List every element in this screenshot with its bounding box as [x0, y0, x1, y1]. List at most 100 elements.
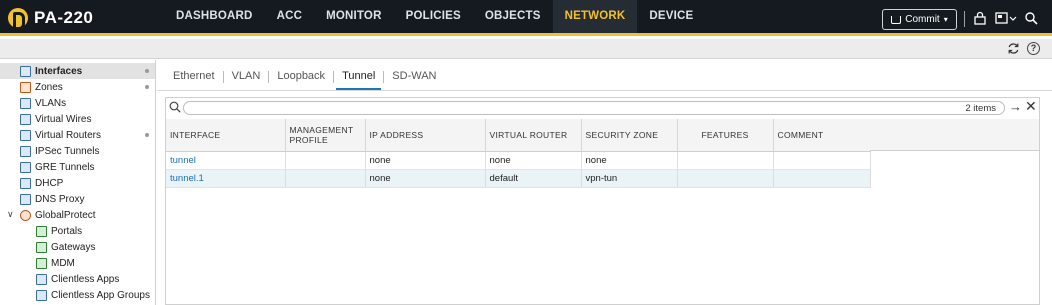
- sidebar-item-label: DNS Proxy: [35, 193, 85, 205]
- table-row[interactable]: tunnel none none none: [166, 151, 871, 170]
- comment-cell: [773, 169, 871, 188]
- sidebar-item-clientless-app-groups[interactable]: Clientless App Groups: [0, 287, 155, 303]
- column-header-virtual-router[interactable]: VIRTUAL ROUTER: [485, 119, 582, 152]
- tab-underline: [157, 90, 1052, 91]
- features-cell: [677, 151, 774, 170]
- table-header-filler: [870, 119, 1039, 151]
- sidebar-item-dhcp[interactable]: DHCP: [0, 175, 155, 191]
- sidebar-item-label: Virtual Wires: [35, 113, 92, 125]
- interface-link[interactable]: tunnel: [166, 151, 286, 170]
- sidebar-item-gre-tunnels[interactable]: GRE Tunnels: [0, 159, 155, 175]
- ipsec-tunnels-icon: [20, 145, 31, 157]
- apply-filter-arrow-icon[interactable]: →: [1009, 100, 1022, 114]
- status-dot: [145, 85, 149, 89]
- sidebar-item-label: Clientless Apps: [51, 273, 120, 285]
- sidebar-item-label: GlobalProtect: [35, 209, 96, 221]
- sidebar-item-label: DHCP: [35, 177, 64, 189]
- interface-tabs: Ethernet VLAN Loopback Tunnel SD-WAN: [165, 64, 445, 90]
- sidebar-item-label: Zones: [35, 81, 63, 93]
- sidebar-item-label: IPSec Tunnels: [35, 145, 100, 157]
- comment-cell: [773, 151, 871, 170]
- sidebar-item-clientless-apps[interactable]: Clientless Apps: [0, 271, 155, 287]
- sidebar-item-virtual-routers[interactable]: Virtual Routers: [0, 127, 155, 143]
- search-icon[interactable]: [169, 101, 181, 113]
- gre-tunnels-icon: [20, 161, 31, 173]
- config-menu-icon[interactable]: [995, 11, 1019, 25]
- column-header-features[interactable]: FEATURES: [677, 119, 774, 152]
- nav-device[interactable]: DEVICE: [637, 0, 705, 33]
- virtual-routers-icon: [20, 129, 31, 141]
- device-name: PA-220: [34, 8, 94, 27]
- chevron-down-icon[interactable]: ∨: [7, 209, 14, 220]
- clientless-app-groups-icon: [36, 289, 47, 301]
- features-cell: [677, 169, 774, 188]
- column-header-interface[interactable]: INTERFACE: [166, 119, 286, 152]
- sidebar-item-portals[interactable]: Portals: [0, 223, 155, 239]
- mdm-icon: [36, 257, 47, 269]
- sidebar-item-label: Portals: [51, 225, 83, 237]
- tab-vlan[interactable]: VLAN: [224, 64, 269, 89]
- help-icon[interactable]: ?: [1027, 42, 1040, 55]
- toolbar-divider: [964, 11, 965, 27]
- dns-proxy-icon: [20, 193, 31, 205]
- sidebar-item-zones[interactable]: Zones: [0, 79, 155, 95]
- status-dot: [145, 69, 149, 73]
- nav-dashboard[interactable]: DASHBOARD: [164, 0, 265, 33]
- tab-sd-wan[interactable]: SD-WAN: [384, 64, 444, 89]
- zones-icon: [20, 81, 31, 93]
- refresh-icon[interactable]: [1007, 42, 1020, 55]
- portals-icon: [36, 225, 47, 237]
- sidebar-item-gateways[interactable]: Gateways: [0, 239, 155, 255]
- tab-ethernet[interactable]: Ethernet: [165, 64, 223, 89]
- nav-objects[interactable]: OBJECTS: [473, 0, 553, 33]
- sidebar-item-label: VLANs: [35, 97, 67, 109]
- sidebar-item-mdm[interactable]: MDM: [0, 255, 155, 271]
- globalprotect-icon: [20, 209, 31, 221]
- top-navigation-bar: PA-220 DASHBOARD ACC MONITOR POLICIES OB…: [0, 0, 1052, 36]
- nav-monitor[interactable]: MONITOR: [314, 0, 394, 33]
- virtual-router-cell: none: [485, 151, 582, 170]
- search-icon[interactable]: [1024, 11, 1038, 25]
- network-tree: Interfaces Zones VLANs Virtual Wires Vir…: [0, 60, 156, 305]
- tab-tunnel[interactable]: Tunnel: [334, 64, 383, 90]
- sidebar-item-interfaces[interactable]: Interfaces: [0, 63, 155, 79]
- sidebar-item-dns-proxy[interactable]: DNS Proxy: [0, 191, 155, 207]
- items-count: 2 items: [965, 103, 996, 114]
- interfaces-icon: [20, 65, 31, 77]
- tab-loopback[interactable]: Loopback: [269, 64, 333, 89]
- status-dot: [145, 133, 149, 137]
- vlans-icon: [20, 97, 31, 109]
- table-row[interactable]: tunnel.1 none default vpn-tun: [166, 169, 871, 188]
- main-nav: DASHBOARD ACC MONITOR POLICIES OBJECTS N…: [164, 0, 705, 33]
- sidebar-item-vlans[interactable]: VLANs: [0, 95, 155, 111]
- dhcp-icon: [20, 177, 31, 189]
- sidebar-item-globalprotect[interactable]: ∨ GlobalProtect: [0, 207, 155, 223]
- app-logo[interactable]: PA-220: [8, 7, 94, 30]
- management-profile-cell: [285, 169, 366, 188]
- security-zone-cell: none: [581, 151, 678, 170]
- sidebar-item-virtual-wires[interactable]: Virtual Wires: [0, 111, 155, 127]
- sidebar-item-ipsec-tunnels[interactable]: IPSec Tunnels: [0, 143, 155, 159]
- column-header-comment[interactable]: COMMENT: [773, 119, 871, 152]
- interface-link[interactable]: tunnel.1: [166, 169, 286, 188]
- column-header-ip-address[interactable]: IP ADDRESS: [365, 119, 486, 152]
- nav-network[interactable]: NETWORK: [552, 0, 638, 33]
- sidebar-item-label: MDM: [51, 257, 75, 269]
- lock-icon[interactable]: [973, 11, 987, 25]
- gateways-icon: [36, 241, 47, 253]
- ip-address-cell: none: [365, 169, 486, 188]
- nav-acc[interactable]: ACC: [265, 0, 315, 33]
- column-header-security-zone[interactable]: SECURITY ZONE: [581, 119, 678, 152]
- tunnel-interfaces-panel: 2 items → ✕ INTERFACE MANAGEMENT PROFILE…: [165, 97, 1040, 305]
- commit-button[interactable]: Commit ▾: [882, 9, 957, 30]
- sub-toolbar: ?: [0, 39, 1052, 59]
- sidebar-item-label: Clientless App Groups: [51, 289, 150, 301]
- column-header-management-profile[interactable]: MANAGEMENT PROFILE: [285, 119, 366, 152]
- clear-filter-close-icon[interactable]: ✕: [1025, 99, 1037, 114]
- virtual-router-cell: default: [485, 169, 582, 188]
- paloalto-logo-icon: [8, 8, 28, 30]
- nav-policies[interactable]: POLICIES: [394, 0, 473, 33]
- sidebar-item-label: Gateways: [51, 241, 96, 253]
- filter-input[interactable]: 2 items: [183, 101, 1005, 115]
- table-header-row: INTERFACE MANAGEMENT PROFILE IP ADDRESS …: [166, 119, 871, 152]
